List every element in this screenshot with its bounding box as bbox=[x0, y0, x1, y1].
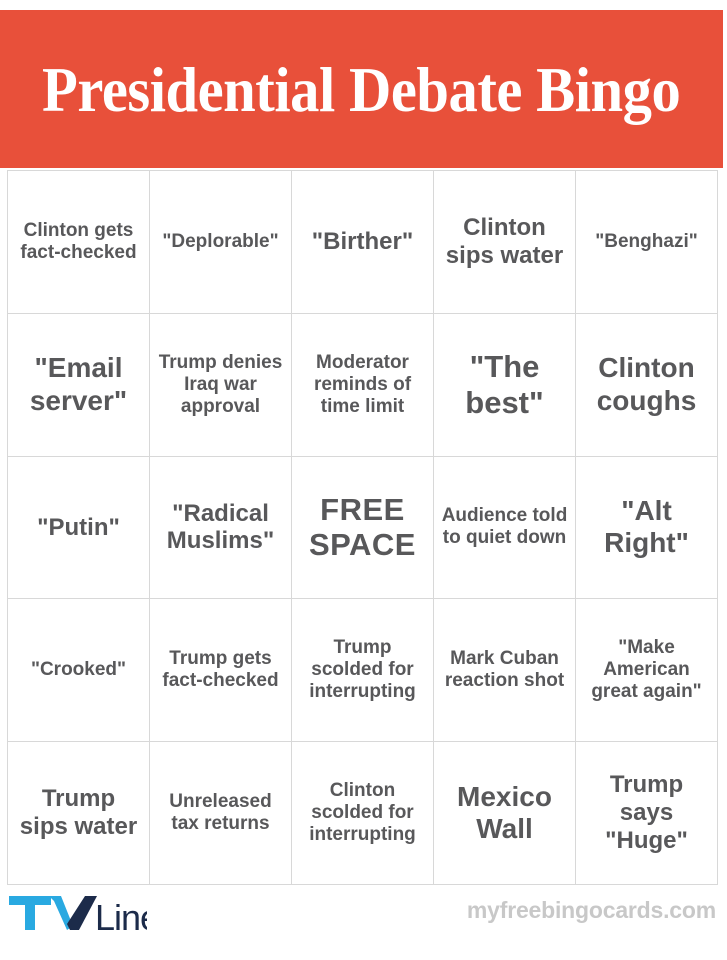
svg-text:Line: Line bbox=[95, 897, 147, 933]
bingo-cell[interactable]: "Deplorable" bbox=[150, 171, 292, 314]
bingo-cell-label: "Putin" bbox=[37, 513, 120, 541]
bingo-cell-label: "Benghazi" bbox=[595, 230, 698, 252]
bingo-cell[interactable]: "Email server" bbox=[8, 313, 150, 457]
bingo-cell-label: Moderator reminds of time limit bbox=[313, 351, 412, 417]
bingo-cell-label: Unreleased tax returns bbox=[169, 791, 272, 835]
bingo-cell[interactable]: Trump sips water bbox=[8, 742, 150, 885]
bingo-cell-label: Trump gets fact-checked bbox=[162, 648, 279, 692]
bingo-cell-label: "The best" bbox=[465, 348, 544, 420]
bingo-cell[interactable]: Audience told to quiet down bbox=[434, 456, 576, 600]
bingo-cell[interactable]: Moderator reminds of time limit bbox=[292, 313, 434, 457]
bingo-cell-label: "Radical Muslims" bbox=[166, 499, 275, 555]
bingo-cell[interactable]: Trump denies Iraq war approval bbox=[150, 313, 292, 457]
bingo-cell[interactable]: Trump gets fact-checked bbox=[150, 599, 292, 743]
bingo-cell[interactable]: "Putin" bbox=[8, 456, 150, 600]
bingo-card: Presidential Debate Bingo Clinton gets f… bbox=[0, 0, 727, 960]
bingo-cell[interactable]: "Radical Muslims" bbox=[150, 456, 292, 600]
bingo-cell[interactable]: Clinton sips water bbox=[434, 171, 576, 314]
bingo-cell-label: Clinton gets fact-checked bbox=[20, 219, 137, 263]
bingo-cell-label: "Crooked" bbox=[30, 659, 127, 681]
bingo-cell[interactable]: Mexico Wall bbox=[434, 742, 576, 885]
bingo-cell-label: "Email server" bbox=[29, 352, 128, 416]
bingo-grid: Clinton gets fact-checked "Deplorable" "Bi… bbox=[7, 170, 718, 885]
bingo-cell-label: Mexico Wall bbox=[457, 780, 552, 845]
bingo-cell-label: Trump says "Huge" bbox=[605, 771, 688, 854]
bingo-cell[interactable]: Clinton gets fact-checked bbox=[8, 171, 150, 314]
bingo-cell[interactable]: "Crooked" bbox=[8, 599, 150, 743]
bingo-cell[interactable]: Trump says "Huge" bbox=[576, 742, 718, 885]
bingo-cell[interactable]: Clinton coughs bbox=[576, 313, 718, 457]
bingo-cell[interactable]: FREE SPACE bbox=[292, 456, 434, 600]
bingo-cell[interactable]: Trump scolded for interrupting bbox=[292, 599, 434, 743]
bingo-cell[interactable]: "The best" bbox=[434, 313, 576, 457]
bingo-cell-label: Clinton coughs bbox=[596, 352, 697, 416]
bingo-cell[interactable]: "Alt Right" bbox=[576, 456, 718, 600]
bingo-cell-label: Trump scolded for interrupting bbox=[309, 637, 416, 703]
bingo-cell-label: Trump denies Iraq war approval bbox=[158, 351, 283, 417]
bingo-cell-label: Clinton scolded for interrupting bbox=[309, 780, 416, 846]
bingo-cell[interactable]: "Benghazi" bbox=[576, 171, 718, 314]
bingo-cell[interactable]: "Make American great again" bbox=[576, 599, 718, 743]
bingo-cell-label: Audience told to quiet down bbox=[441, 505, 568, 549]
bingo-cell-label: "Birther" bbox=[311, 227, 414, 255]
bingo-cell-label: FREE SPACE bbox=[308, 491, 416, 563]
bingo-cell-label: Trump sips water bbox=[19, 785, 138, 841]
site-url-label: myfreebingocards.com bbox=[466, 897, 716, 923]
bingo-cell-label: "Make American great again" bbox=[591, 637, 702, 703]
bingo-cell-label: Clinton sips water bbox=[445, 214, 564, 269]
bingo-cell-label: "Deplorable" bbox=[162, 230, 279, 252]
bingo-cell[interactable]: Mark Cuban reaction shot bbox=[434, 599, 576, 743]
card-footer: Line myfreebingocards.com bbox=[7, 893, 718, 939]
bingo-cell[interactable]: Unreleased tax returns bbox=[150, 742, 292, 885]
tvline-logo-mark: Line bbox=[9, 896, 147, 933]
bingo-cell-label: "Alt Right" bbox=[604, 495, 689, 559]
card-header-banner: Presidential Debate Bingo bbox=[0, 10, 723, 168]
bingo-cell[interactable]: "Birther" bbox=[292, 171, 434, 314]
bingo-cell-label: Mark Cuban reaction shot bbox=[444, 648, 565, 692]
tvline-logo: Line bbox=[7, 893, 147, 933]
page-title: Presidential Debate Bingo bbox=[42, 54, 681, 125]
bingo-cell[interactable]: Clinton scolded for interrupting bbox=[292, 742, 434, 885]
